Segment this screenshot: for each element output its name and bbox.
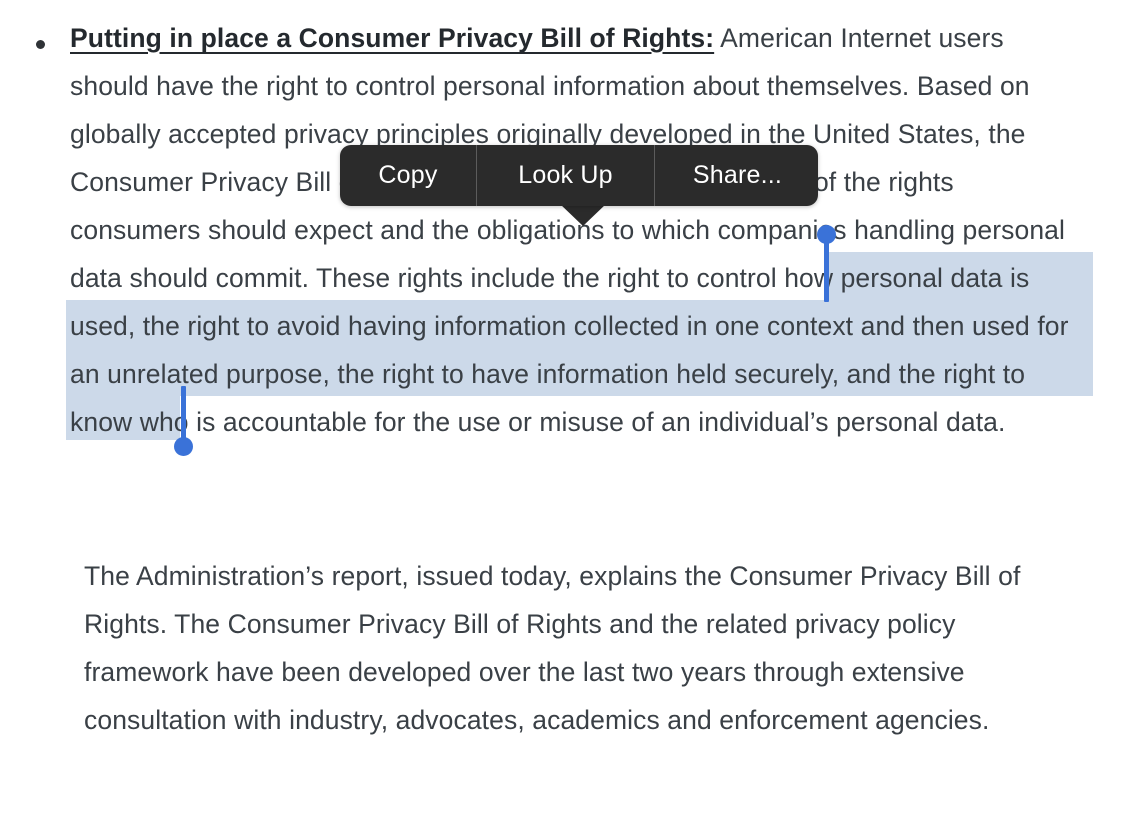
context-menu-item-copy[interactable]: Copy [340,145,476,206]
bullet-list-item: Putting in place a Consumer Privacy Bill… [28,14,1088,446]
document-canvas: Putting in place a Consumer Privacy Bill… [0,0,1126,814]
selection-start-handle-bar[interactable] [824,232,829,302]
bullet-paragraph: Putting in place a Consumer Privacy Bill… [70,14,1088,446]
context-menu-item-look-up[interactable]: Look Up [477,145,654,206]
text-selection-context-menu: Copy Look Up Share... [340,145,818,206]
bullet-marker-icon [36,40,45,49]
bullet-lead-label: Putting in place a Consumer Privacy Bill… [70,23,715,53]
body-paragraph-2: The Administration’s report, issued toda… [84,561,1021,735]
bullet-body-text: American Internet users should have the … [70,23,1069,437]
context-menu-item-share[interactable]: Share... [655,145,820,206]
context-menu-tail-arrow [560,204,606,226]
selection-end-handle-bar[interactable] [181,386,186,440]
selection-end-handle-knob[interactable] [174,437,193,456]
